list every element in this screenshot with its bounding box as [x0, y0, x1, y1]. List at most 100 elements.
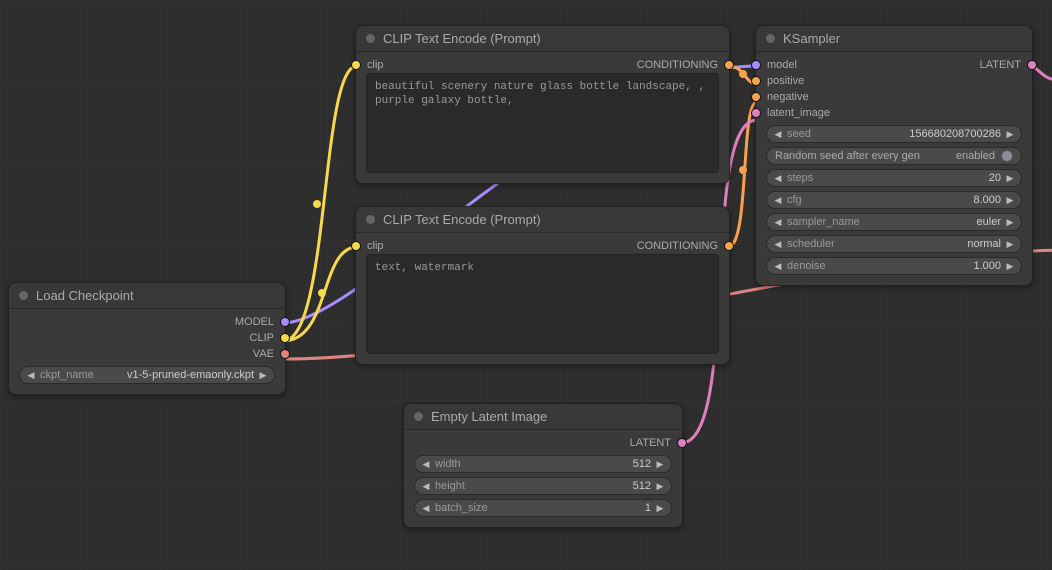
node-title: KSampler — [783, 31, 840, 46]
node-header[interactable]: KSampler — [756, 26, 1032, 52]
cfg-widget[interactable]: ◀ cfg 8.000 ▶ — [766, 191, 1022, 209]
chevron-left-icon[interactable]: ◀ — [421, 459, 431, 470]
input-label: clip — [367, 240, 384, 252]
output-label: MODEL — [235, 316, 274, 328]
widget-label: scheduler — [787, 238, 835, 250]
widget-label: ckpt_name — [40, 369, 94, 381]
port-conditioning-out[interactable] — [724, 60, 734, 70]
chevron-left-icon[interactable]: ◀ — [773, 195, 783, 206]
chevron-right-icon[interactable]: ▶ — [1005, 217, 1015, 228]
chevron-right-icon[interactable]: ▶ — [1005, 261, 1015, 272]
input-label: negative — [767, 91, 809, 103]
chevron-right-icon[interactable]: ▶ — [655, 459, 665, 470]
port-clip-in[interactable] — [351, 60, 361, 70]
node-title: CLIP Text Encode (Prompt) — [383, 212, 541, 227]
widget-label: height — [435, 480, 465, 492]
node-title: CLIP Text Encode (Prompt) — [383, 31, 541, 46]
chevron-left-icon[interactable]: ◀ — [773, 129, 783, 140]
chevron-left-icon[interactable]: ◀ — [773, 217, 783, 228]
widget-value: normal — [835, 238, 1001, 250]
toggle-icon[interactable] — [1001, 150, 1013, 162]
chevron-right-icon[interactable]: ▶ — [258, 370, 268, 381]
chevron-right-icon[interactable]: ▶ — [1005, 173, 1015, 184]
widget-value: enabled — [956, 150, 995, 162]
prompt-textarea[interactable]: text, watermark — [366, 254, 719, 354]
port-clip-in[interactable] — [351, 241, 361, 251]
port-model-in[interactable] — [751, 60, 761, 70]
widget-label: denoise — [787, 260, 826, 272]
widget-value: 512 — [461, 458, 651, 470]
port-vae-out[interactable] — [280, 349, 290, 359]
port-positive-in[interactable] — [751, 76, 761, 86]
width-widget[interactable]: ◀ width 512 ▶ — [414, 455, 672, 473]
node-header[interactable]: CLIP Text Encode (Prompt) — [356, 207, 729, 233]
chevron-left-icon[interactable]: ◀ — [421, 503, 431, 514]
port-latent-in[interactable] — [751, 108, 761, 118]
widget-value: euler — [860, 216, 1001, 228]
widget-value: 20 — [813, 172, 1001, 184]
node-clip-text-encode-negative[interactable]: CLIP Text Encode (Prompt) clip CONDITION… — [355, 206, 730, 365]
chevron-right-icon[interactable]: ▶ — [1005, 239, 1015, 250]
output-label: VAE — [253, 348, 274, 360]
node-load-checkpoint[interactable]: Load Checkpoint MODEL CLIP VAE ◀ ckpt_na… — [8, 282, 286, 395]
height-widget[interactable]: ◀ height 512 ▶ — [414, 477, 672, 495]
node-header[interactable]: Load Checkpoint — [9, 283, 285, 309]
node-header[interactable]: Empty Latent Image — [404, 404, 682, 430]
widget-label: batch_size — [435, 502, 488, 514]
chevron-left-icon[interactable]: ◀ — [421, 481, 431, 492]
output-label: LATENT — [630, 437, 671, 449]
widget-value: 8.000 — [802, 194, 1001, 206]
widget-label: seed — [787, 128, 811, 140]
input-label: latent_image — [767, 107, 830, 119]
widget-label: Random seed after every gen — [775, 150, 920, 162]
steps-widget[interactable]: ◀ steps 20 ▶ — [766, 169, 1022, 187]
node-clip-text-encode-positive[interactable]: CLIP Text Encode (Prompt) clip CONDITION… — [355, 25, 730, 184]
collapse-icon[interactable] — [366, 215, 375, 224]
port-latent-out[interactable] — [1027, 60, 1037, 70]
collapse-icon[interactable] — [366, 34, 375, 43]
chevron-left-icon[interactable]: ◀ — [26, 370, 36, 381]
random-seed-toggle[interactable]: Random seed after every gen enabled — [766, 147, 1022, 165]
widget-label: steps — [787, 172, 813, 184]
output-label: LATENT — [980, 59, 1021, 71]
chevron-right-icon[interactable]: ▶ — [655, 481, 665, 492]
port-model-out[interactable] — [280, 317, 290, 327]
port-clip-out[interactable] — [280, 333, 290, 343]
port-latent-out[interactable] — [677, 438, 687, 448]
collapse-icon[interactable] — [766, 34, 775, 43]
ckpt-name-widget[interactable]: ◀ ckpt_name v1-5-pruned-emaonly.ckpt ▶ — [19, 366, 275, 384]
widget-label: cfg — [787, 194, 802, 206]
output-label: CONDITIONING — [637, 59, 718, 71]
widget-value: 1 — [488, 502, 651, 514]
prompt-textarea[interactable]: beautiful scenery nature glass bottle la… — [366, 73, 719, 173]
widget-value: 156680208700286 — [811, 128, 1001, 140]
input-label: model — [767, 59, 797, 71]
widget-value: v1-5-pruned-emaonly.ckpt — [94, 369, 254, 381]
node-title: Load Checkpoint — [36, 288, 134, 303]
chevron-right-icon[interactable]: ▶ — [1005, 129, 1015, 140]
seed-widget[interactable]: ◀ seed 156680208700286 ▶ — [766, 125, 1022, 143]
widget-label: width — [435, 458, 461, 470]
node-ksampler[interactable]: KSampler model LATENT positive negative … — [755, 25, 1033, 286]
port-conditioning-out[interactable] — [724, 241, 734, 251]
chevron-left-icon[interactable]: ◀ — [773, 173, 783, 184]
port-negative-in[interactable] — [751, 92, 761, 102]
scheduler-widget[interactable]: ◀ scheduler normal ▶ — [766, 235, 1022, 253]
node-header[interactable]: CLIP Text Encode (Prompt) — [356, 26, 729, 52]
widget-label: sampler_name — [787, 216, 860, 228]
input-label: clip — [367, 59, 384, 71]
chevron-left-icon[interactable]: ◀ — [773, 239, 783, 250]
output-label: CONDITIONING — [637, 240, 718, 252]
chevron-right-icon[interactable]: ▶ — [655, 503, 665, 514]
chevron-left-icon[interactable]: ◀ — [773, 261, 783, 272]
denoise-widget[interactable]: ◀ denoise 1.000 ▶ — [766, 257, 1022, 275]
node-title: Empty Latent Image — [431, 409, 547, 424]
output-label: CLIP — [250, 332, 274, 344]
chevron-right-icon[interactable]: ▶ — [1005, 195, 1015, 206]
collapse-icon[interactable] — [19, 291, 28, 300]
widget-value: 1.000 — [826, 260, 1001, 272]
sampler-widget[interactable]: ◀ sampler_name euler ▶ — [766, 213, 1022, 231]
node-empty-latent-image[interactable]: Empty Latent Image LATENT ◀ width 512 ▶ … — [403, 403, 683, 528]
batch-size-widget[interactable]: ◀ batch_size 1 ▶ — [414, 499, 672, 517]
collapse-icon[interactable] — [414, 412, 423, 421]
